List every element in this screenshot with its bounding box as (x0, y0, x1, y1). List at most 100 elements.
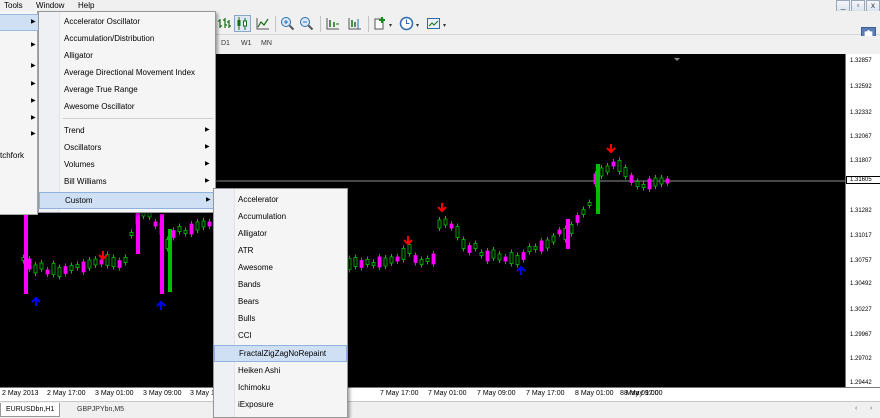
candle-body (635, 181, 640, 187)
candlestick-icon[interactable] (234, 15, 251, 32)
custom-indicators-menu: Accelerator Accumulation Alligator ATR A… (213, 188, 348, 418)
templates-icon[interactable] (425, 15, 442, 32)
chevron-down-icon[interactable]: ▾ (443, 22, 446, 29)
time-label: 7 May 17:00 (526, 390, 565, 397)
menu-item-accelerator-oscillator[interactable]: Accelerator Oscillator (39, 13, 215, 30)
candle-body (605, 165, 610, 173)
line-chart-icon[interactable] (254, 15, 271, 32)
insert-menu-partial: ▶ ▶ ▶ ▶ ▶ ▶ ▶ tchfork (0, 11, 38, 215)
zoom-in-icon[interactable] (279, 15, 296, 32)
scroll-right-icon[interactable]: › (870, 405, 872, 412)
custom-item-fractalzigzagnorepaint[interactable]: FractalZigZagNoRepaint (214, 345, 347, 362)
menu-item-pitchfork[interactable]: tchfork (0, 151, 24, 160)
candle-body (177, 226, 182, 232)
candle-body (117, 260, 122, 268)
candle-body (189, 223, 194, 235)
tf-mn[interactable]: MN (261, 40, 272, 47)
tf-w1[interactable]: W1 (241, 40, 252, 47)
candle-body (515, 255, 520, 265)
candle-body (57, 267, 62, 277)
chevron-right-icon: ▶ (31, 42, 36, 48)
custom-item-accumulation[interactable]: Accumulation (214, 208, 347, 225)
candle-body (371, 262, 376, 266)
candle-body (629, 175, 634, 183)
fractal-down-arrow (437, 203, 447, 213)
candle-body (581, 209, 586, 215)
custom-item-bears[interactable]: Bears (214, 293, 347, 310)
chevron-right-icon: ▶ (31, 98, 36, 104)
fractal-up-arrow (516, 265, 526, 275)
custom-item-cci[interactable]: CCI (214, 327, 347, 344)
custom-item-bands[interactable]: Bands (214, 276, 347, 293)
toolbar-separator (275, 16, 276, 32)
candle-body (195, 221, 200, 231)
menu-window[interactable]: Window (36, 0, 64, 11)
menu-item-volumes[interactable]: Volumes ▶ (39, 156, 215, 173)
candle-body (623, 167, 628, 177)
candle-body (153, 221, 158, 227)
candle-body (207, 221, 212, 227)
bar-chart-icon[interactable] (216, 15, 233, 32)
menu-item-oscillators[interactable]: Oscillators ▶ (39, 139, 215, 156)
menu-bar: Tools Window Help _ ▫ x (0, 0, 880, 12)
tab-gbpjpy[interactable]: GBPJPYbn,M5 (72, 403, 129, 417)
zoom-out-icon[interactable] (298, 15, 315, 32)
chart-tabs: EURUSDbn,H1 GBPJPYbn,M5 ‹ › (0, 401, 880, 418)
periods-icon[interactable] (398, 15, 415, 32)
candle-body (33, 264, 38, 274)
time-label: 3 May 01:00 (95, 390, 134, 397)
scroll-left-icon[interactable]: ‹ (855, 405, 857, 412)
candle-body (491, 249, 496, 259)
menu-item-adx[interactable]: Average Directional Movement Index (39, 64, 215, 81)
chevron-right-icon: ▶ (206, 197, 211, 203)
custom-item-heiken-ashi[interactable]: Heiken Ashi (214, 362, 347, 379)
menu-item-custom[interactable]: Custom ▶ (39, 192, 215, 209)
chevron-down-icon[interactable]: ▾ (389, 22, 392, 29)
chart-shift-icon[interactable] (346, 15, 363, 32)
tab-eurusd[interactable]: EURUSDbn,H1 (0, 403, 61, 417)
indicators-icon[interactable] (372, 15, 389, 32)
time-label: 7 May 17:00 (380, 390, 419, 397)
price-label: 1.30492 (850, 281, 872, 287)
candle-body (24, 204, 28, 294)
tf-d1[interactable]: D1 (221, 40, 230, 47)
candle-body (503, 256, 508, 262)
autoscroll-icon[interactable] (324, 15, 341, 32)
fractal-down-arrow (403, 236, 413, 246)
price-label: 1.31017 (850, 233, 872, 239)
custom-item-bulls[interactable]: Bulls (214, 310, 347, 327)
menu-item-bill-williams[interactable]: Bill Williams ▶ (39, 173, 215, 190)
chevron-right-icon: ▶ (31, 131, 36, 137)
candle-body (596, 164, 600, 214)
price-label: 1.30757 (850, 258, 872, 264)
custom-item-accelerator[interactable]: Accelerator (214, 191, 347, 208)
custom-item-ichimoku[interactable]: Ichimoku (214, 379, 347, 396)
chevron-right-icon: ▶ (205, 144, 210, 150)
candle-body (347, 258, 352, 270)
current-price-label: 1.31605 (846, 176, 880, 184)
custom-item-alligator[interactable]: Alligator (214, 225, 347, 242)
menu-help[interactable]: Help (78, 0, 94, 11)
custom-item-awesome[interactable]: Awesome (214, 259, 347, 276)
chevron-down-icon[interactable]: ▾ (416, 22, 419, 29)
menu-separator (63, 118, 213, 119)
mt4-window: Tools Window Help _ ▫ x ▾ ▾ ▾ D1 W1 MN 1… (0, 0, 880, 418)
menu-item-awesome-oscillator[interactable]: Awesome Oscillator (39, 98, 215, 115)
custom-item-iexposure[interactable]: iExposure (214, 396, 347, 413)
candle-body (75, 264, 80, 268)
candle-body (87, 259, 92, 269)
candle-body (425, 258, 430, 262)
custom-item-atr[interactable]: ATR (214, 242, 347, 259)
candle-body (455, 226, 460, 238)
menu-item-alligator[interactable]: Alligator (39, 47, 215, 64)
candle-body (545, 239, 550, 249)
candle-body (467, 245, 472, 253)
menu-item-trend[interactable]: Trend ▶ (39, 122, 215, 139)
menu-tools[interactable]: Tools (4, 0, 23, 11)
menu-item-atr[interactable]: Average True Range (39, 81, 215, 98)
candle-body (479, 252, 484, 256)
time-label: 3 May 09:00 (143, 390, 182, 397)
price-label: 1.29967 (850, 332, 872, 338)
toolbar-separator (368, 16, 369, 32)
menu-item-accumulation-distribution[interactable]: Accumulation/Distribution (39, 30, 215, 47)
